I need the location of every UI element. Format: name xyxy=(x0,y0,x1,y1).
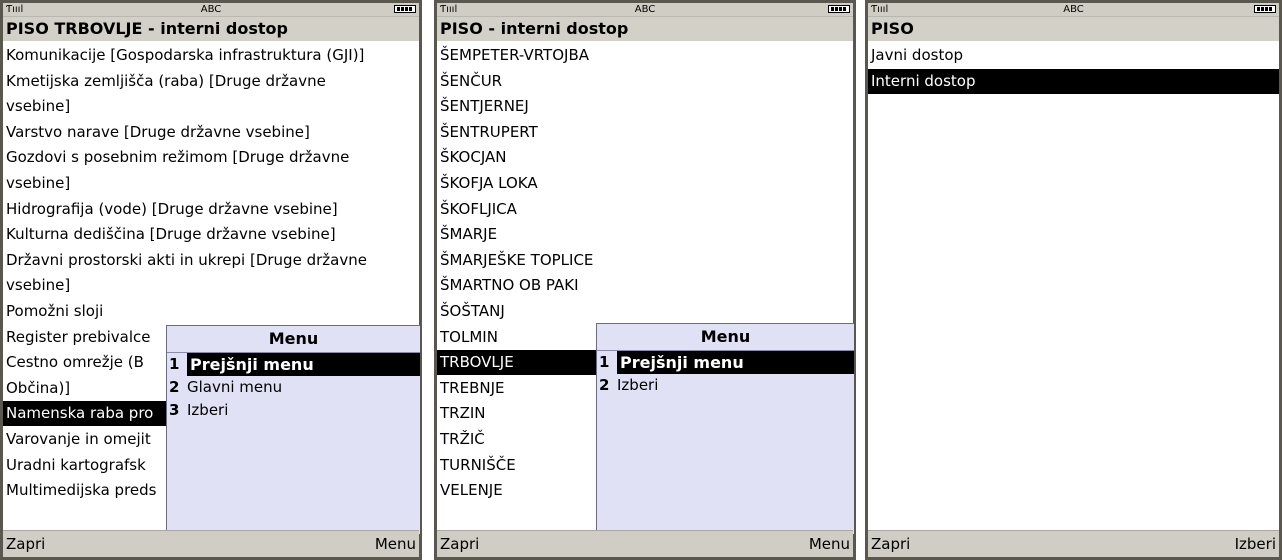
list-item[interactable]: vsebine] xyxy=(3,273,419,298)
list-item[interactable]: Javni dostop xyxy=(868,43,1279,68)
softkey-right-button[interactable]: Menu xyxy=(375,531,416,557)
phone-screen-2: Ƭıııl ABC PISO - interni dostop ŠEMPETER… xyxy=(434,0,856,560)
list-item[interactable]: ŠOŠTANJ xyxy=(437,299,853,324)
menu-item-label: Izberi xyxy=(187,401,229,419)
menu-item-number: 1 xyxy=(169,355,180,373)
list-item[interactable]: ŠENTJERNEJ xyxy=(437,94,853,119)
menu-item[interactable]: 1 Prejšnji menu xyxy=(597,351,854,374)
input-mode-indicator: ABC xyxy=(200,4,222,15)
list-item[interactable]: vsebine] xyxy=(3,94,419,119)
menu-item-label: Prejšnji menu xyxy=(617,351,854,374)
menu-item-label: Izberi xyxy=(617,376,659,394)
status-bar: Ƭıııl ABC xyxy=(3,3,419,16)
softkey-bar: Zapri Izberi xyxy=(868,530,1279,557)
battery-icon xyxy=(394,5,416,13)
menu-item[interactable]: 1 Prejšnji menu xyxy=(167,353,420,376)
menu-title: Menu xyxy=(597,324,854,351)
menu-item-label: Prejšnji menu xyxy=(187,353,420,376)
options-menu: Menu 1 Prejšnji menu 2 Glavni menu 3 Izberi xyxy=(166,325,420,534)
list-item[interactable]: Pomožni sloji xyxy=(3,299,419,324)
softkey-bar: Zapri Menu xyxy=(3,530,419,557)
softkey-bar: Zapri Menu xyxy=(437,530,853,557)
battery-icon xyxy=(828,5,850,13)
screen-title: PISO xyxy=(868,16,1279,41)
input-mode-indicator: ABC xyxy=(1063,4,1084,15)
list-item[interactable]: ŠKOFLJICA xyxy=(437,197,853,222)
list-item[interactable]: ŠENČUR xyxy=(437,69,853,94)
softkey-right-button[interactable]: Menu xyxy=(809,531,850,557)
list-item[interactable]: Kulturna dediščina [Druge državne vsebin… xyxy=(3,222,419,247)
menu-item[interactable]: 2 Izberi xyxy=(597,374,854,397)
list-item[interactable]: Interni dostop xyxy=(868,68,1279,94)
list-item[interactable]: ŠMARJE xyxy=(437,222,853,247)
menu-title: Menu xyxy=(167,326,420,353)
options-menu: Menu 1 Prejšnji menu 2 Izberi xyxy=(596,323,854,534)
list: Javni dostop Interni dostop xyxy=(868,41,1279,531)
list-item[interactable]: Kmetijska zemljišča (raba) [Druge državn… xyxy=(3,69,419,94)
list-item[interactable]: ŠMARJEŠKE TOPLICE xyxy=(437,248,853,273)
menu-item-number: 2 xyxy=(599,376,610,394)
menu-item-number: 1 xyxy=(599,353,610,371)
list-item[interactable]: Komunikacije [Gospodarska infrastruktura… xyxy=(3,43,419,68)
list-item[interactable]: Državni prostorski akti in ukrepi [Druge… xyxy=(3,248,419,273)
screen-title: PISO - interni dostop xyxy=(437,16,853,41)
list-item[interactable]: ŠMARTNO OB PAKI xyxy=(437,273,853,298)
menu-item[interactable]: 3 Izberi xyxy=(167,399,420,422)
menu-item-number: 3 xyxy=(169,401,180,419)
menu-item-number: 2 xyxy=(169,378,180,396)
list-item[interactable]: Varstvo narave [Druge državne vsebine] xyxy=(3,120,419,145)
softkey-left-button[interactable]: Zapri xyxy=(6,531,45,557)
phone-screen-3: Ƭıııl ABC PISO Javni dostop Interni dosto… xyxy=(865,0,1282,560)
menu-item[interactable]: 2 Glavni menu xyxy=(167,376,420,399)
status-bar: Ƭıııl ABC xyxy=(868,3,1279,16)
softkey-right-button[interactable]: Izberi xyxy=(1235,531,1276,557)
battery-icon xyxy=(1254,5,1276,13)
list-item[interactable]: ŠKOFJA LOKA xyxy=(437,171,853,196)
screen-title: PISO TRBOVLJE - interni dostop xyxy=(3,16,419,41)
list-item[interactable]: Hidrografija (vode) [Druge državne vsebi… xyxy=(3,197,419,222)
input-mode-indicator: ABC xyxy=(634,4,656,15)
phone-screen-1: Ƭıııl ABC PISO TRBOVLJE - interni dostop… xyxy=(0,0,422,560)
softkey-left-button[interactable]: Zapri xyxy=(871,531,910,557)
list-item[interactable]: Gozdovi s posebnim režimom [Druge državn… xyxy=(3,145,419,170)
list-item[interactable]: ŠEMPETER-VRTOJBA xyxy=(437,43,853,68)
list-item[interactable]: ŠKOCJAN xyxy=(437,145,853,170)
list-item[interactable]: ŠENTRUPERT xyxy=(437,120,853,145)
softkey-left-button[interactable]: Zapri xyxy=(440,531,479,557)
status-bar: Ƭıııl ABC xyxy=(437,3,853,16)
list-item[interactable]: vsebine] xyxy=(3,171,419,196)
menu-item-label: Glavni menu xyxy=(187,378,283,396)
